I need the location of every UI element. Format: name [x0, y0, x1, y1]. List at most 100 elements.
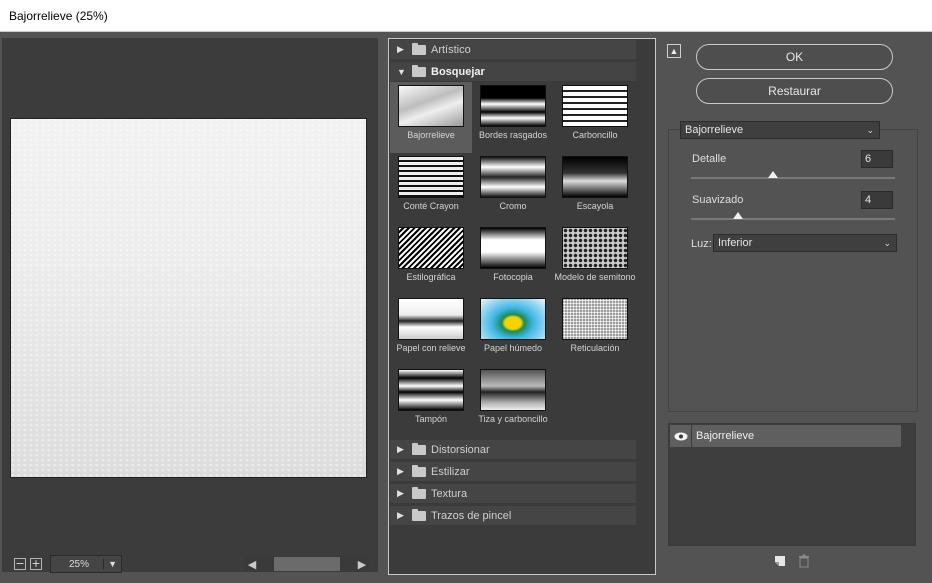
filter-label: Carboncillo	[572, 130, 618, 140]
filter-select-value: Bajorrelieve	[685, 124, 744, 136]
smooth-input[interactable]: 4	[861, 191, 893, 209]
filter-thumbnail	[562, 227, 628, 269]
folder-icon	[412, 64, 426, 77]
preview-footer: − + 25% ▼ ◀ ▶	[2, 553, 378, 575]
new-effect-layer-icon[interactable]	[773, 554, 787, 568]
category-label: Artístico	[431, 43, 471, 56]
filter-label: Reticulación	[570, 343, 620, 353]
filter-label: Estilográfica	[406, 272, 456, 282]
preview-pane	[2, 38, 378, 572]
filter-thumbnail	[562, 85, 628, 127]
category-textura[interactable]: ▶ Textura	[390, 484, 636, 504]
filter-thumb-cromo[interactable]: Cromo	[472, 153, 554, 224]
folder-icon	[412, 508, 426, 521]
filter-thumbnail	[480, 369, 546, 411]
filter-thumbnail	[480, 85, 546, 127]
filter-thumbnail	[398, 85, 464, 127]
detail-label: Detalle	[692, 153, 726, 165]
gallery-scrollbar[interactable]	[637, 39, 655, 574]
filter-label: Papel con relieve	[396, 343, 466, 353]
zoom-select[interactable]: 25% ▼	[50, 555, 122, 573]
filter-thumb-conte-crayon[interactable]: Conté Crayon	[390, 153, 472, 224]
filter-thumb-bajorrelieve[interactable]: Bajorrelieve	[390, 82, 472, 153]
filter-settings-panel: Bajorrelieve ⌄ Detalle 6 Suavizado 4 Luz…	[668, 121, 918, 412]
filter-thumbnail	[562, 156, 628, 198]
filter-thumbnail	[480, 227, 546, 269]
filter-thumbnail	[480, 156, 546, 198]
filter-thumb-papel-humedo[interactable]: Papel húmedo	[472, 295, 554, 366]
ok-button[interactable]: OK	[696, 44, 893, 70]
category-trazos-de-pincel[interactable]: ▶ Trazos de pincel	[390, 506, 636, 526]
category-bosquejar[interactable]: ▼ Bosquejar	[390, 62, 636, 82]
filter-thumbnail	[398, 227, 464, 269]
effect-layer-label: Bajorrelieve	[696, 430, 755, 442]
filter-thumb-tampon[interactable]: Tampón	[390, 366, 472, 437]
smooth-slider-handle[interactable]	[732, 212, 743, 219]
filter-thumb-papel-con-relieve[interactable]: Papel con relieve	[390, 295, 472, 366]
window-title: Bajorrelieve (25%)	[0, 0, 932, 32]
eye-icon[interactable]	[670, 425, 692, 447]
folder-icon	[412, 42, 426, 55]
expand-triangle-icon: ▶	[397, 488, 404, 498]
filter-select[interactable]: Bajorrelieve ⌄	[680, 121, 880, 139]
scroll-thumb[interactable]	[274, 557, 340, 571]
expand-triangle-icon: ▶	[397, 466, 404, 476]
detail-slider-handle[interactable]	[767, 171, 778, 178]
light-select[interactable]: Inferior ⌄	[713, 234, 897, 252]
filter-label: Papel húmedo	[483, 343, 543, 353]
filter-thumbnail	[562, 298, 628, 340]
expand-triangle-icon: ▶	[397, 510, 404, 520]
filter-gallery: ▶ Artístico ▼ Bosquejar Bajorrelieve Bor…	[388, 38, 656, 575]
light-label: Luz:	[691, 238, 712, 250]
preview-scrollbar[interactable]: ◀ ▶	[245, 556, 369, 572]
smooth-label-text: Suavizado	[692, 194, 744, 206]
filter-label: Tampón	[414, 414, 448, 424]
filter-label: Bordes rasgados	[478, 130, 548, 140]
filter-thumb-escayola[interactable]: Escayola	[554, 153, 636, 224]
category-label: Estilizar	[431, 465, 470, 478]
filter-label: Cromo	[499, 201, 527, 211]
category-label: Trazos de pincel	[431, 509, 512, 522]
category-artistico[interactable]: ▶ Artístico	[390, 40, 636, 60]
filter-thumb-carboncillo[interactable]: Carboncillo	[554, 82, 636, 153]
filter-label: Tiza y carboncillo	[478, 414, 548, 424]
filter-thumb-reticulacion[interactable]: Reticulación	[554, 295, 636, 366]
detail-label-text: Detalle	[692, 153, 727, 165]
filter-thumbnail	[398, 298, 464, 340]
category-distorsionar[interactable]: ▶ Distorsionar	[390, 440, 636, 460]
chevron-down-icon: ⌄	[883, 237, 891, 248]
light-select-value: Inferior	[718, 237, 753, 249]
category-estilizar[interactable]: ▶ Estilizar	[390, 462, 636, 482]
detail-input[interactable]: 6	[861, 150, 893, 168]
folder-icon	[412, 464, 426, 477]
filter-thumb-tiza-y-carboncillo[interactable]: Tiza y carboncillo	[472, 366, 554, 437]
category-label: Textura	[431, 487, 468, 500]
scroll-left-icon[interactable]: ◀	[245, 558, 259, 571]
zoom-in-icon[interactable]: +	[30, 558, 42, 570]
folder-icon	[412, 442, 426, 455]
zoom-out-icon[interactable]: −	[14, 558, 26, 570]
category-label: Distorsionar	[431, 443, 490, 456]
filter-thumb-estilografica[interactable]: Estilográfica	[390, 224, 472, 295]
filter-label: Bajorrelieve	[407, 130, 455, 140]
filter-gallery-dialog: − + 25% ▼ ◀ ▶ ▶ Artístico ▼ Bosquejar Ba…	[0, 32, 932, 583]
expand-triangle-icon: ▶	[397, 44, 404, 54]
filter-thumb-modelo-de-semitono[interactable]: Modelo de semitono	[554, 224, 636, 295]
collapse-gallery-icon[interactable]: ▲	[667, 44, 681, 58]
chevron-down-icon: ▼	[103, 559, 117, 569]
reset-button[interactable]: Restaurar	[696, 78, 893, 104]
filter-label: Modelo de semitono	[554, 272, 636, 282]
smooth-slider[interactable]	[691, 218, 895, 220]
preview-image	[10, 118, 367, 478]
filter-thumb-bordes-rasgados[interactable]: Bordes rasgados	[472, 82, 554, 153]
filter-thumb-fotocopia[interactable]: Fotocopia	[472, 224, 554, 295]
filter-thumbnail	[398, 369, 464, 411]
filter-label: Conté Crayon	[403, 201, 459, 211]
trash-icon[interactable]	[797, 554, 811, 568]
scroll-right-icon[interactable]: ▶	[355, 558, 369, 571]
filter-label: Fotocopia	[493, 272, 533, 282]
detail-slider[interactable]	[691, 177, 895, 179]
smooth-label: Suavizado	[692, 194, 743, 206]
folder-icon	[412, 486, 426, 499]
effect-layer-row[interactable]: Bajorrelieve	[670, 425, 901, 447]
